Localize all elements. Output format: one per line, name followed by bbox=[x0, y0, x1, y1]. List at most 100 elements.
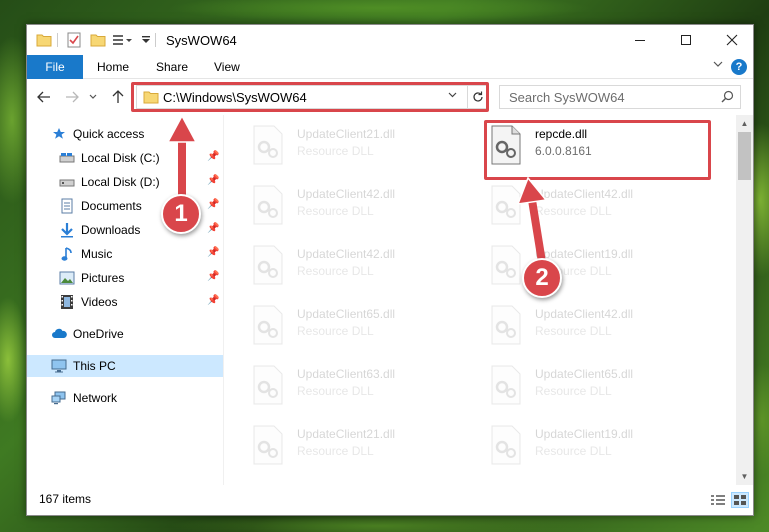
folder-icon bbox=[35, 31, 53, 49]
expand-ribbon-icon[interactable] bbox=[713, 60, 723, 71]
details-view-icon bbox=[711, 495, 725, 505]
pin-icon[interactable]: 📌 bbox=[207, 223, 219, 234]
sidebar-item-quick-access[interactable]: Quick access bbox=[27, 123, 223, 145]
file-type: Resource DLL bbox=[535, 204, 612, 218]
new-folder-icon[interactable] bbox=[89, 31, 107, 49]
cloud-icon bbox=[51, 326, 67, 342]
file-name: UpdateClient63.dll bbox=[297, 367, 396, 381]
file-item[interactable]: UpdateClient19.dll Resource DLL bbox=[467, 417, 689, 473]
file-item[interactable]: UpdateClient21.dll Resource DLL bbox=[229, 417, 451, 473]
title-bar: SysWOW64 bbox=[27, 25, 753, 55]
properties-icon[interactable] bbox=[65, 31, 83, 49]
file-item[interactable]: UpdateClient65.dll Resource DLL bbox=[229, 297, 451, 353]
file-item[interactable]: UpdateClient42.dll Resource DLL bbox=[229, 177, 451, 233]
sidebar-item-label: Downloads bbox=[81, 223, 141, 237]
pin-icon[interactable]: 📌 bbox=[207, 151, 219, 162]
up-arrow-icon bbox=[112, 90, 124, 103]
chevron-down-icon[interactable] bbox=[448, 90, 457, 101]
pin-icon[interactable]: 📌 bbox=[207, 271, 219, 282]
file-item-repcde-dll[interactable]: repcde.dll 6.0.0.8161 bbox=[467, 117, 689, 173]
sidebar-item-label: Network bbox=[73, 391, 118, 405]
sidebar-item-onedrive[interactable]: OneDrive bbox=[27, 323, 223, 345]
file-type: Resource DLL bbox=[535, 324, 612, 338]
file-item[interactable]: UpdateClient42.dll Resource DLL bbox=[467, 297, 689, 353]
tiles-view-button[interactable] bbox=[731, 492, 749, 508]
item-count: 167 items bbox=[39, 492, 92, 506]
tab-home[interactable]: Home bbox=[97, 55, 129, 79]
file-name: UpdateClient42.dll bbox=[297, 187, 396, 201]
file-item[interactable]: UpdateClient42.dll Resource DLL bbox=[229, 237, 451, 293]
pin-icon[interactable]: 📌 bbox=[207, 295, 219, 306]
file-item[interactable]: UpdateClient21.dll Resource DLL bbox=[229, 117, 451, 173]
sidebar-item-label: This PC bbox=[73, 359, 116, 373]
recent-locations-button[interactable] bbox=[87, 87, 99, 107]
dll-file-icon bbox=[251, 365, 285, 405]
tab-file[interactable]: File bbox=[27, 55, 83, 79]
star-icon bbox=[51, 126, 67, 142]
navigation-pane: Quick access Local Disk (C:) 📌 Local Dis… bbox=[27, 115, 223, 485]
pin-icon[interactable]: 📌 bbox=[207, 199, 219, 210]
sidebar-item-this-pc[interactable]: This PC bbox=[27, 355, 223, 377]
dll-file-icon bbox=[251, 245, 285, 285]
sidebar-item-local-disk-c[interactable]: Local Disk (C:) 📌 bbox=[27, 147, 223, 169]
file-item[interactable]: UpdateClient19.dll Resource DLL bbox=[467, 237, 689, 293]
back-button[interactable] bbox=[35, 87, 53, 107]
sidebar-item-pictures[interactable]: Pictures 📌 bbox=[27, 267, 223, 289]
sidebar-item-network[interactable]: Network bbox=[27, 387, 223, 409]
scroll-up-icon[interactable]: ▲ bbox=[736, 115, 753, 132]
sidebar-item-label: Documents bbox=[81, 199, 142, 213]
file-type: Resource DLL bbox=[535, 444, 612, 458]
help-button[interactable]: ? bbox=[731, 59, 747, 75]
sidebar-item-local-disk-d[interactable]: Local Disk (D:) 📌 bbox=[27, 171, 223, 193]
drive-icon bbox=[59, 174, 75, 190]
scroll-down-icon[interactable]: ▼ bbox=[736, 468, 753, 485]
sidebar-item-label: Pictures bbox=[81, 271, 125, 285]
download-arrow-icon bbox=[59, 222, 75, 238]
window-title: SysWOW64 bbox=[166, 33, 237, 48]
pane-divider[interactable] bbox=[223, 115, 224, 485]
file-item[interactable]: UpdateClient65.dll Resource DLL bbox=[467, 357, 689, 413]
vertical-scrollbar[interactable]: ▲ ▼ bbox=[736, 115, 753, 485]
monitor-icon bbox=[51, 358, 67, 374]
address-path[interactable]: C:\Windows\SysWOW64 bbox=[163, 90, 307, 105]
pin-icon[interactable]: 📌 bbox=[207, 175, 219, 186]
search-box[interactable]: Search SysWOW64 bbox=[499, 85, 741, 109]
dll-file-icon bbox=[489, 185, 523, 225]
file-item[interactable]: UpdateClient42.dll Resource DLL bbox=[467, 177, 689, 233]
file-type: Resource DLL bbox=[297, 264, 374, 278]
file-name: UpdateClient65.dll bbox=[535, 367, 634, 381]
navigation-bar: C:\Windows\SysWOW64 Search SysWOW64 bbox=[27, 80, 753, 114]
search-input[interactable]: Search SysWOW64 bbox=[509, 90, 625, 105]
sidebar-item-music[interactable]: Music 📌 bbox=[27, 243, 223, 265]
step-1-badge: 1 bbox=[161, 194, 201, 234]
maximize-icon bbox=[681, 35, 691, 45]
maximize-button[interactable] bbox=[663, 25, 709, 55]
close-button[interactable] bbox=[709, 25, 755, 55]
tab-view[interactable]: View bbox=[214, 55, 240, 79]
status-bar: 167 items bbox=[27, 485, 753, 515]
address-bar[interactable]: C:\Windows\SysWOW64 bbox=[136, 85, 488, 109]
title-separator bbox=[57, 33, 58, 47]
refresh-button[interactable] bbox=[467, 85, 489, 109]
music-note-icon bbox=[59, 246, 75, 262]
pin-icon[interactable]: 📌 bbox=[207, 247, 219, 258]
forward-button[interactable] bbox=[63, 87, 81, 107]
forward-arrow-icon bbox=[66, 91, 79, 103]
file-item[interactable]: UpdateClient63.dll Resource DLL bbox=[229, 357, 451, 413]
file-type: Resource DLL bbox=[297, 204, 374, 218]
scrollbar-thumb[interactable] bbox=[738, 132, 751, 180]
sidebar-item-videos[interactable]: Videos 📌 bbox=[27, 291, 223, 313]
close-icon bbox=[726, 34, 738, 46]
file-name: UpdateClient42.dll bbox=[535, 187, 634, 201]
up-button[interactable] bbox=[109, 87, 127, 107]
file-type: Resource DLL bbox=[297, 444, 374, 458]
back-arrow-icon bbox=[37, 91, 50, 103]
details-view-button[interactable] bbox=[709, 492, 727, 508]
dropdown-arrow-icon[interactable] bbox=[137, 31, 155, 49]
customize-toolbar-icon[interactable] bbox=[111, 31, 133, 49]
search-icon[interactable] bbox=[721, 90, 734, 106]
minimize-button[interactable] bbox=[617, 25, 663, 55]
folder-icon bbox=[143, 90, 159, 107]
tab-share[interactable]: Share bbox=[156, 55, 188, 79]
sidebar-item-label: Local Disk (D:) bbox=[81, 175, 160, 189]
